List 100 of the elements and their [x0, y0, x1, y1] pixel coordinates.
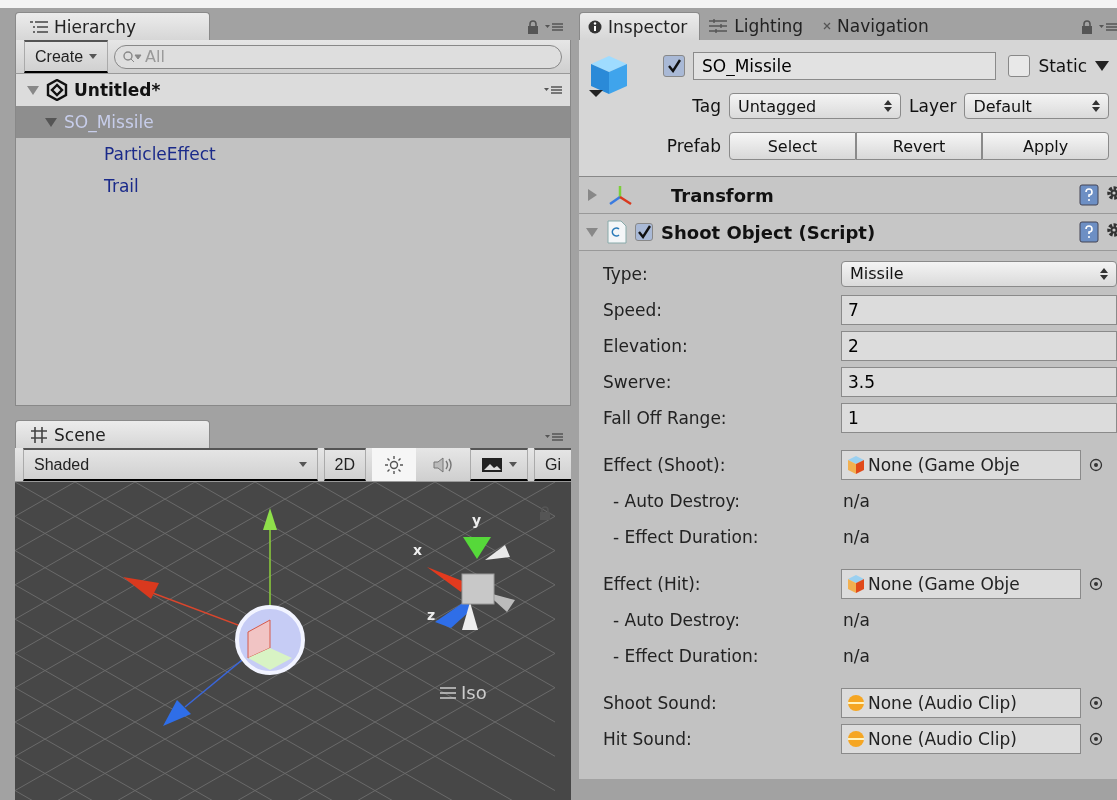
grid-icon — [30, 425, 48, 444]
component-title: Transform — [671, 184, 775, 206]
component-header[interactable]: Transform — [579, 177, 1117, 214]
cross-icon — [823, 22, 832, 30]
prefab-button[interactable]: Apply — [982, 132, 1109, 160]
move-gizmo-drawing[interactable] — [123, 508, 305, 726]
component-header[interactable]: Shoot Object (Script) — [579, 214, 1117, 251]
scene-row[interactable]: Untitled* — [16, 74, 570, 106]
projection-toggle[interactable]: Iso — [440, 682, 487, 703]
field-label: - Auto Destroy: — [612, 609, 742, 630]
hierarchy-tab[interactable]: Hierarchy — [15, 12, 210, 40]
field-label: Type: — [603, 263, 649, 284]
number-field[interactable]: 7 — [841, 294, 1117, 325]
type-dropdown[interactable]: Missile — [841, 260, 1117, 287]
field-value: n/a — [842, 609, 871, 630]
object-name-field[interactable]: SO_Missile — [693, 52, 997, 80]
menu-icon — [440, 686, 456, 699]
unity-logo-icon — [46, 79, 68, 101]
scene-tab[interactable]: Scene — [15, 420, 210, 448]
field-label: Effect (Shoot): — [603, 454, 727, 475]
orientation-gizmo-drawing[interactable] — [427, 537, 515, 630]
axis-label: y — [472, 512, 482, 528]
tag-label: Tag — [691, 96, 721, 116]
tag-dropdown[interactable]: Untagged — [729, 93, 901, 119]
inspector-tab[interactable]: Lighting — [700, 12, 816, 40]
hierarchy-item-label: Trail — [104, 176, 139, 196]
search-icon — [122, 49, 143, 64]
lighting-toggle[interactable] — [372, 448, 416, 481]
number-field[interactable]: 3.5 — [841, 366, 1117, 397]
number-field[interactable]: 1 — [841, 402, 1117, 433]
hierarchy-item-label: SO_Missile — [64, 112, 154, 132]
object-field[interactable]: None (Audio Clip) — [841, 687, 1081, 718]
image-icon — [481, 456, 503, 473]
field-label: Fall Off Range: — [603, 407, 728, 428]
shading-dropdown[interactable]: Shaded — [23, 448, 318, 481]
field-label: Elevation: — [603, 335, 689, 356]
layer-label: Layer — [909, 96, 957, 116]
field-value: n/a — [842, 526, 871, 547]
static-label: Static — [1038, 56, 1087, 76]
field-label: Shoot Sound: — [603, 692, 718, 713]
up-down-arrows-icon — [1100, 267, 1108, 280]
list-icon — [30, 19, 48, 34]
caret-icon[interactable] — [1095, 61, 1109, 71]
sun-icon — [384, 454, 404, 475]
axis-label: z — [427, 607, 436, 623]
search-field[interactable]: All — [114, 44, 562, 69]
layer-dropdown[interactable]: Default — [964, 93, 1109, 119]
cube-icon — [846, 573, 866, 594]
checkmark-icon — [637, 225, 651, 239]
caret-icon — [509, 462, 517, 467]
menu-icon[interactable] — [544, 85, 562, 95]
checkmark-icon — [667, 59, 681, 73]
effects-dropdown[interactable] — [470, 448, 528, 481]
field-value: n/a — [842, 490, 871, 511]
audio-clip-icon — [846, 728, 866, 749]
help-book-icon[interactable] — [1079, 184, 1099, 206]
object-picker-icon[interactable] — [1089, 695, 1103, 710]
static-checkbox[interactable] — [1008, 55, 1031, 77]
up-down-arrows-icon — [1092, 100, 1100, 112]
object-picker-icon[interactable] — [1089, 457, 1103, 472]
inspector-tab[interactable]: Inspector — [579, 12, 701, 40]
axes-icon — [607, 184, 633, 206]
field-label: Effect (Hit): — [603, 573, 702, 594]
lock-icon[interactable] — [527, 20, 539, 34]
expand-triangle-icon[interactable] — [26, 83, 40, 97]
hierarchy-row[interactable]: ParticleEffect — [16, 138, 570, 170]
number-field[interactable]: 2 — [841, 330, 1117, 361]
field-label: - Auto Destroy: — [612, 490, 742, 511]
inspector-tab[interactable]: Navigation — [815, 12, 941, 40]
object-field[interactable]: None (Audio Clip) — [841, 723, 1081, 754]
field-label: - Effect Duration: — [612, 526, 760, 547]
component-enabled-checkbox[interactable] — [635, 223, 653, 241]
prefab-button[interactable]: Revert — [855, 132, 983, 160]
component-title: Shoot Object (Script) — [661, 221, 877, 243]
script-file-icon — [607, 220, 627, 244]
field-value: n/a — [842, 645, 871, 666]
object-picker-icon[interactable] — [1089, 576, 1103, 591]
object-picker-icon[interactable] — [1089, 731, 1103, 746]
info-icon — [588, 19, 602, 34]
field-label: Swerve: — [603, 371, 673, 392]
object-field[interactable]: None (Game Obje — [841, 568, 1081, 599]
hierarchy-row[interactable]: Trail — [16, 170, 570, 202]
field-label: Speed: — [603, 299, 664, 320]
cube-icon — [846, 454, 866, 475]
active-checkbox[interactable] — [663, 55, 685, 77]
object-field[interactable]: None (Game Obje — [841, 449, 1081, 480]
up-down-arrows-icon — [884, 100, 892, 112]
scene-name: Untitled* — [74, 80, 162, 100]
lock-icon[interactable] — [1081, 20, 1093, 34]
scene-viewport[interactable]: y x z Iso — [15, 482, 571, 800]
prefab-label: Prefab — [665, 136, 721, 156]
help-book-icon[interactable] — [1079, 221, 1099, 243]
sliders-icon — [708, 18, 729, 34]
speaker-icon — [432, 455, 454, 474]
audio-clip-icon — [846, 692, 866, 713]
hierarchy-item-label: ParticleEffect — [104, 144, 216, 164]
caret-icon — [89, 54, 98, 59]
prefab-button[interactable]: Select — [729, 132, 856, 160]
field-label: - Effect Duration: — [612, 645, 760, 666]
axis-label: x — [413, 542, 423, 558]
